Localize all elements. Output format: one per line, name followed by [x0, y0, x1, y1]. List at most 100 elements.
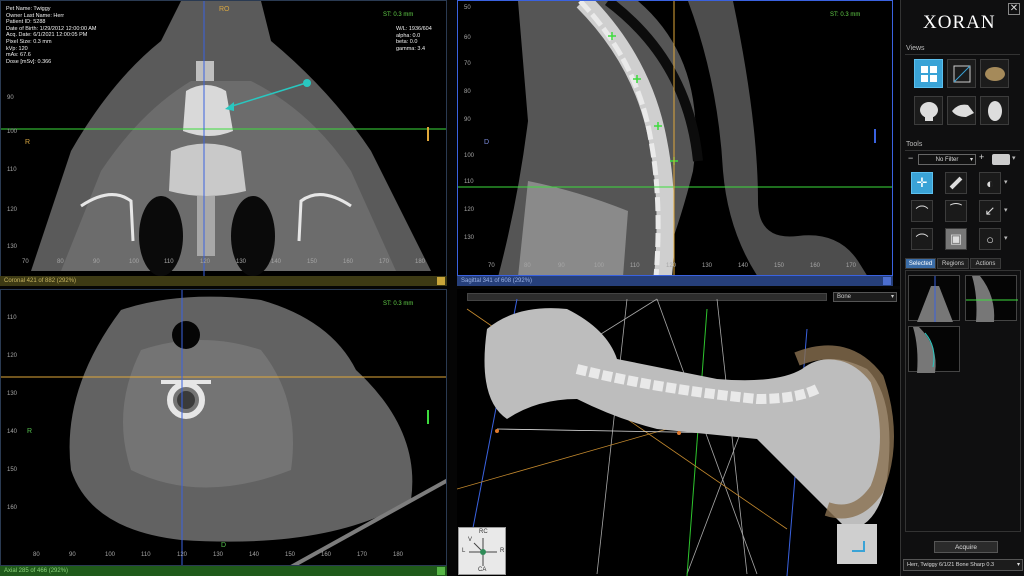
- circle-tool-button[interactable]: ○: [979, 228, 1001, 250]
- axis-tick-label: 120: [666, 263, 677, 269]
- axial-viewport[interactable]: ST: 0.3 mm R D 110 120 130 140 150 160 8…: [0, 289, 447, 566]
- thumbnail-sagittal[interactable]: [965, 275, 1018, 322]
- axis-tick-label: 100: [7, 129, 18, 135]
- slice-thickness-label: ST: 0.3 mm: [383, 12, 414, 18]
- axis-tick-label: 110: [141, 552, 151, 558]
- sagittal-viewport[interactable]: ST: 0.3 mm D 50 60 70 80 90 100 110 120 …: [457, 0, 893, 276]
- axis-tick-label: 150: [774, 263, 785, 269]
- cube-label-top: RC: [479, 529, 488, 535]
- axis-tick-label: 70: [22, 259, 29, 265]
- axis-tick-label: 150: [7, 467, 18, 473]
- chevron-down-icon: ▾: [969, 157, 973, 163]
- patient-info: Pet Name: Twiggy Owner Last Name: Herr P…: [6, 6, 97, 65]
- axial-status-text: Axial 285 of 466 (292%): [4, 568, 69, 574]
- view-layout-four-button[interactable]: [914, 59, 943, 88]
- tab-regions[interactable]: Regions: [937, 258, 969, 269]
- ruler-tool-button[interactable]: [945, 172, 967, 194]
- toolbox-button[interactable]: [992, 154, 1010, 165]
- angle-arc-icon: ⌒: [915, 232, 929, 248]
- volume-viewport[interactable]: Bone ▾ RC L R CA V: [457, 289, 900, 576]
- axis-tick-label: 80: [524, 263, 531, 269]
- close-button[interactable]: ✕: [1008, 3, 1020, 15]
- axis-tick-label: 120: [7, 353, 18, 359]
- axis-tick-label: 170: [846, 263, 857, 269]
- contrast-tool-dropdown[interactable]: ▾: [1004, 177, 1010, 189]
- cube-label-v: V: [468, 537, 473, 543]
- axis-tick-label: 130: [236, 259, 247, 265]
- curve-tool-button[interactable]: ⌒: [911, 200, 933, 222]
- patient-info-line: Dose [mSv]: 0.366: [6, 58, 52, 65]
- viewport-divider-h[interactable]: [0, 286, 900, 289]
- series-select[interactable]: Herr, Twiggy 6/1/21 Bone Sharp 0.3 ▾: [903, 559, 1023, 571]
- skull-side-icon: [952, 104, 974, 117]
- plus-button[interactable]: +: [979, 152, 984, 162]
- axial-statusbar: Axial 285 of 466 (292%): [0, 566, 447, 576]
- axis-tick-label: 140: [249, 552, 260, 558]
- sagittal-image: [458, 1, 892, 275]
- axis-tick-label: 80: [33, 552, 40, 558]
- axis-tick-label: 130: [213, 552, 224, 558]
- maximize-icon[interactable]: [437, 277, 445, 285]
- window-info-line: beta: 0.0: [396, 39, 418, 46]
- cube-label-left: L: [462, 548, 466, 554]
- view-front-button[interactable]: [914, 96, 943, 125]
- axis-tick-label: 60: [464, 35, 471, 41]
- probe-tool-dropdown[interactable]: ▾: [1004, 205, 1010, 217]
- filter-select[interactable]: No Filter ▾: [918, 154, 976, 165]
- orientation-bottom-label: D: [221, 542, 227, 549]
- axial-image: [1, 290, 446, 565]
- mpr-icon: [953, 65, 971, 83]
- maximize-icon[interactable]: [883, 277, 891, 285]
- arc-icon: ⌒: [915, 204, 929, 220]
- axis-tick-label: 130: [464, 235, 475, 241]
- axis-tick-label: 160: [7, 505, 18, 511]
- thumbnail-coronal[interactable]: [908, 275, 960, 322]
- coronal-statusbar: Coronal 421 of 882 (292%): [0, 276, 447, 286]
- axis-tick-label: 90: [464, 117, 471, 123]
- tab-selected[interactable]: Selected: [905, 258, 936, 269]
- brand-logo: XORAN: [923, 12, 996, 33]
- orientation-left-label: D: [484, 139, 490, 146]
- patient-info-line: Pixel Size: 0.3 mm: [6, 38, 52, 45]
- axis-tick-label: 100: [105, 552, 116, 558]
- tools-title: Tools: [906, 141, 923, 148]
- axis-tick-label: 90: [7, 95, 14, 101]
- contrast-tool-button[interactable]: ◐: [979, 172, 1001, 194]
- axis-tick-label: 160: [810, 263, 821, 269]
- maximize-icon[interactable]: [437, 567, 445, 575]
- axis-tick-label: 90: [93, 259, 100, 265]
- orientation-indicator[interactable]: RC L R CA V: [458, 527, 506, 575]
- axis-tick-label: 110: [464, 179, 474, 185]
- view-layout-mpr-button[interactable]: [947, 59, 976, 88]
- pan-tool-button[interactable]: ✛: [911, 172, 933, 194]
- view-top-button[interactable]: [980, 96, 1009, 125]
- circle-tool-dropdown[interactable]: ▾: [1004, 233, 1010, 245]
- orientation-left-label: R: [25, 139, 31, 146]
- coronal-viewport[interactable]: Pet Name: Twiggy Owner Last Name: Herr P…: [0, 0, 447, 285]
- axis-tick-label: 120: [177, 552, 188, 558]
- toolbox-dropdown-arrow[interactable]: ▾: [1012, 154, 1016, 162]
- tools-divider: [905, 150, 1020, 151]
- angle-tool-button[interactable]: ⌒: [911, 228, 933, 250]
- axis-tick-label: 100: [464, 153, 475, 159]
- axis-tick-label: 170: [357, 552, 368, 558]
- thumbnail-axial[interactable]: [908, 326, 960, 373]
- tab-actions[interactable]: Actions: [970, 258, 1001, 269]
- thumbnail-image: [913, 327, 936, 373]
- sagittal-status-text: Sagittal 341 of 608 (292%): [461, 278, 533, 284]
- side-panel: ✕ XORAN Views Tools − No Filter ▾ + ▾ ✛ …: [900, 0, 1024, 576]
- acquire-button[interactable]: Acquire: [934, 541, 998, 553]
- view-3d-button[interactable]: [980, 59, 1009, 88]
- axis-tick-label: 130: [702, 263, 713, 269]
- slice-thickness-label: ST: 0.3 mm: [383, 301, 414, 307]
- probe-tool-button[interactable]: ↙: [979, 200, 1001, 222]
- axis-tick-label: 140: [7, 429, 18, 435]
- volume-tool-button[interactable]: ▣: [945, 228, 967, 250]
- dotted-arc-icon: ⁀: [950, 203, 962, 218]
- ruler-icon: [949, 176, 963, 190]
- view-side-button[interactable]: [947, 96, 976, 125]
- probe-icon: ↙: [984, 203, 996, 218]
- filter-value: No Filter: [935, 157, 959, 163]
- dotted-curve-tool-button[interactable]: ⁀: [945, 200, 967, 222]
- minus-button[interactable]: −: [908, 153, 913, 163]
